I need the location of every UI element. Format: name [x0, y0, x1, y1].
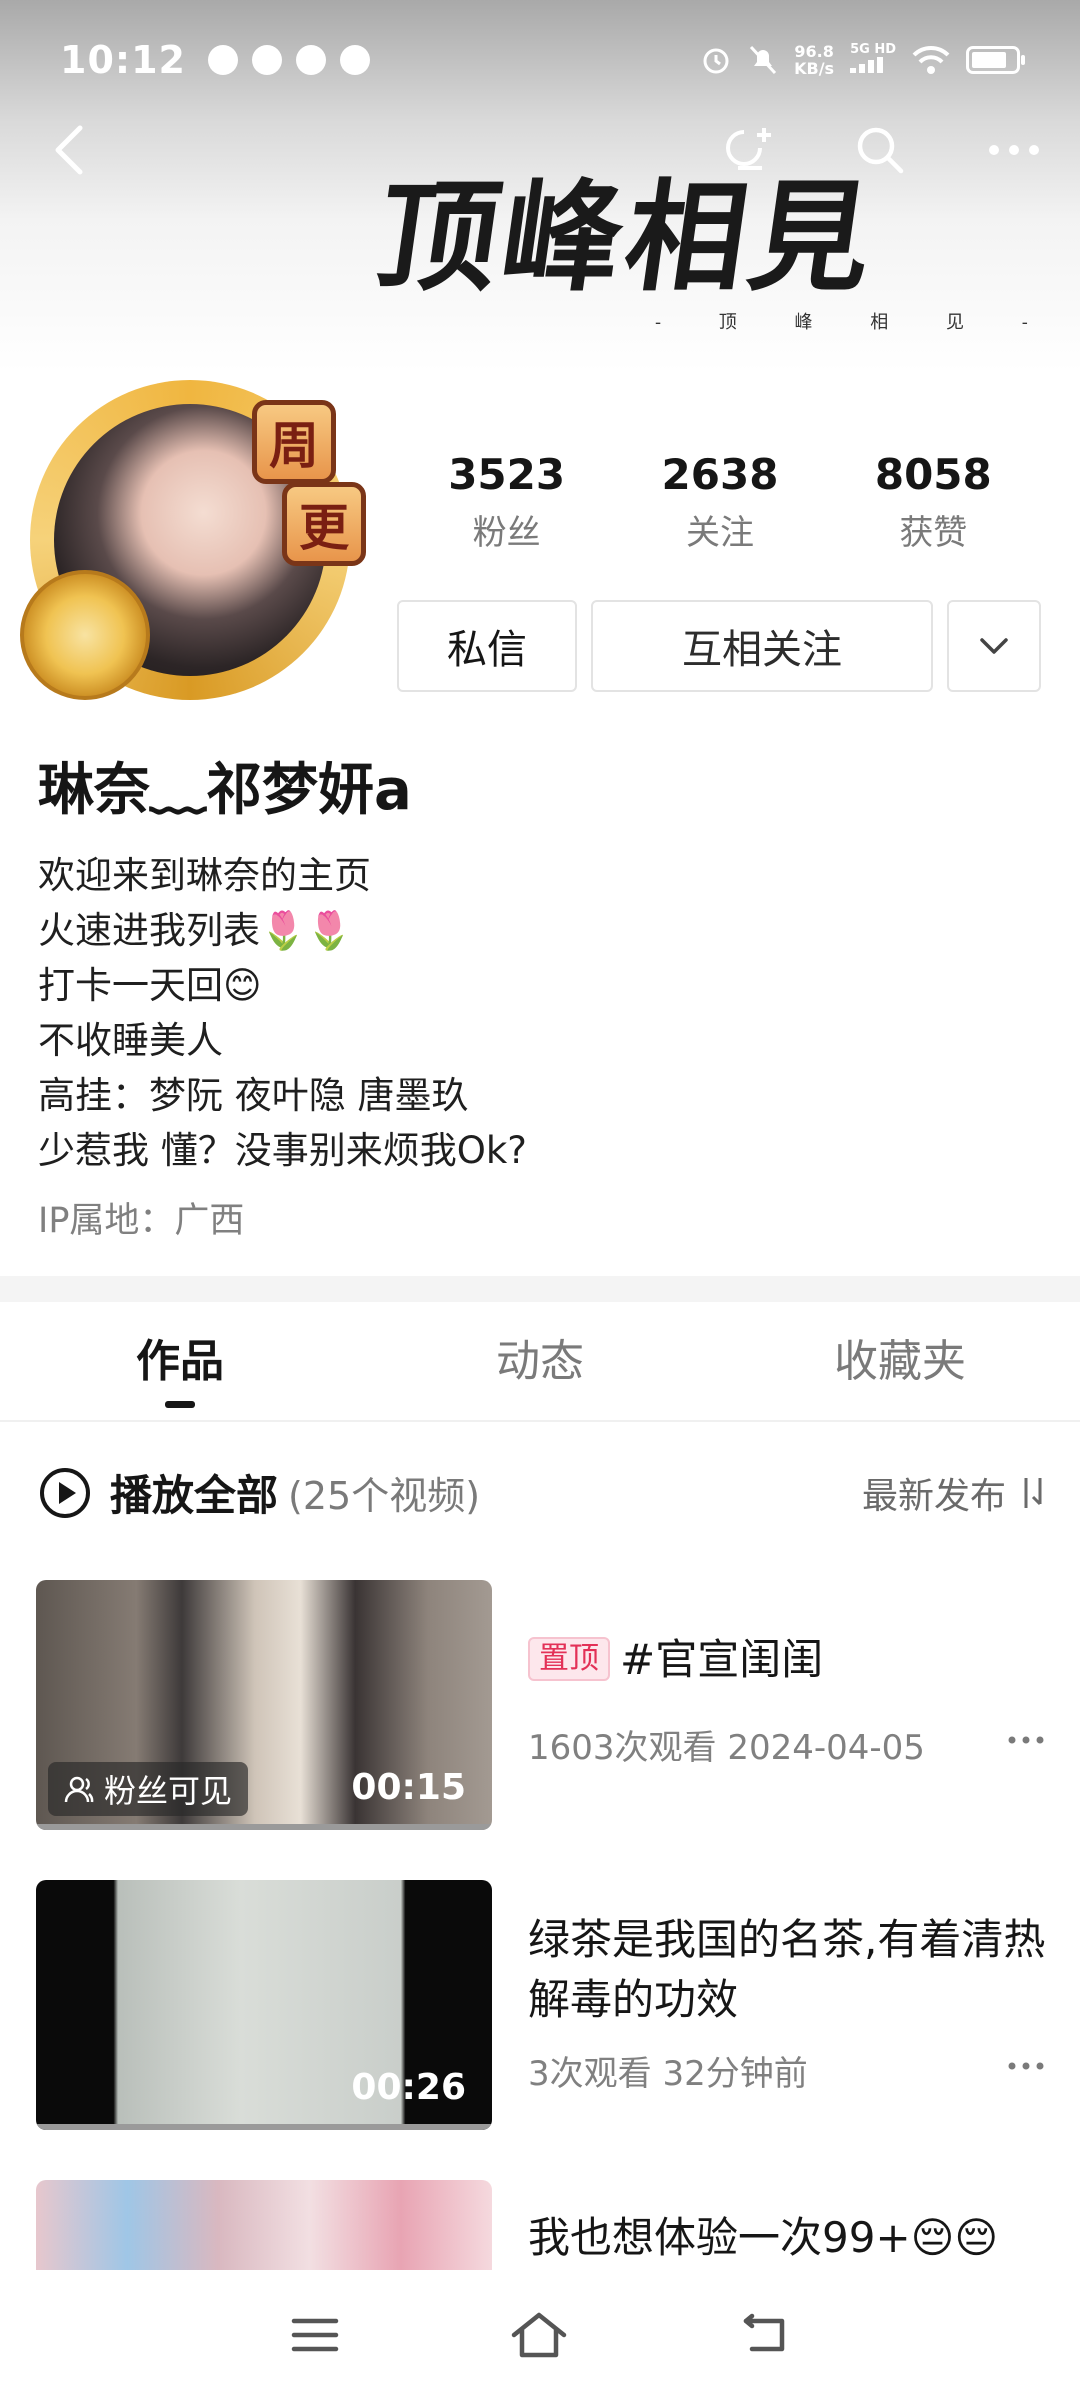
more-options-button[interactable] — [982, 118, 1046, 182]
thumbnail-progress-bar — [36, 2124, 492, 2130]
notification-icons — [207, 45, 370, 75]
video-item[interactable]: 我也想体验一次99+😔😔 — [36, 2180, 1046, 2270]
bio-line: 火速进我列表🌷🌷 — [38, 909, 353, 952]
profile-actions: 私信 互相关注 — [397, 600, 1041, 692]
mute-icon — [750, 45, 777, 75]
sort-button[interactable]: 最新发布 — [862, 1467, 1048, 1519]
nickname: 琳奈﹏祁梦妍a — [38, 758, 412, 823]
avatar[interactable]: 周 更 — [20, 370, 370, 720]
message-notification-icon — [251, 45, 282, 75]
video-count: (25个视频) — [288, 1474, 481, 1518]
stat-fans[interactable]: 3523 粉丝 — [400, 450, 613, 554]
bio-line: 不收睡美人 — [38, 1019, 223, 1062]
video-more-button[interactable] — [1008, 2034, 1044, 2080]
gong-decoration-icon — [20, 570, 150, 700]
stat-likes[interactable]: 8058 获赞 — [827, 450, 1040, 554]
thumbnail-progress-bar — [36, 1824, 492, 1830]
video-more-button[interactable] — [1008, 1708, 1044, 1754]
video-duration: 00:26 — [351, 2067, 466, 2108]
video-item[interactable]: 粉丝可见 00:15 置顶 #官宣闺闺 1603次观看 2024-04-05 — [36, 1580, 1046, 1830]
signal-indicator: 5G HD — [850, 43, 896, 77]
stat-value: 2638 — [661, 450, 779, 499]
expand-button[interactable] — [947, 600, 1041, 692]
wifi-icon — [912, 45, 950, 74]
menu-icon[interactable] — [290, 2315, 340, 2355]
tab-moments[interactable]: 动态 — [360, 1302, 720, 1420]
user-icon — [64, 1776, 94, 1803]
video-title: 我也想体验一次99+😔😔 — [528, 2213, 999, 2262]
status-right: 96.8 KB/s 5G HD — [700, 42, 1025, 78]
alarm-icon — [703, 48, 729, 74]
status-bar: 10:12 96.8 KB/s 5G HD — [0, 0, 1080, 120]
app-notification-icon — [207, 45, 238, 75]
chevron-down-icon — [980, 638, 1008, 654]
search-icon — [857, 127, 904, 174]
sort-label: 最新发布 — [861, 1475, 1006, 1517]
fans-only-tag: 粉丝可见 — [48, 1762, 249, 1816]
stat-label: 粉丝 — [472, 513, 541, 553]
tab-works[interactable]: 作品 — [0, 1302, 360, 1420]
content-tabs: 作品 动态 收藏夹 — [0, 1302, 1080, 1422]
chat-notification-icon — [339, 45, 370, 75]
wechat-notification-icon — [295, 45, 326, 75]
profile-stats: 3523 粉丝 2638 关注 8058 获赞 — [400, 450, 1040, 554]
play-all-button[interactable]: 播放全部 — [110, 1462, 278, 1523]
avatar-badge-top: 周 — [252, 400, 336, 484]
bio-line: 高挂：梦阮 夜叶隐 唐墨玖 — [38, 1074, 469, 1117]
video-thumbnail[interactable]: 00:26 — [36, 1880, 492, 2130]
tab-favorites[interactable]: 收藏夹 — [720, 1302, 1080, 1420]
back-button[interactable] — [38, 118, 102, 182]
add-friend-button[interactable] — [718, 118, 782, 182]
home-icon[interactable] — [510, 2311, 568, 2359]
message-button[interactable]: 私信 — [397, 600, 577, 692]
video-title: 置顶 #官宣闺闺 — [528, 1630, 1068, 1690]
bio-line: 欢迎来到琳奈的主页 — [38, 854, 371, 897]
stat-label: 关注 — [685, 513, 754, 553]
signal-bars-icon — [850, 57, 884, 73]
video-title-text: #官宣闺闺 — [620, 1635, 824, 1684]
status-time: 10:12 — [60, 38, 186, 82]
play-circle-icon[interactable] — [38, 1466, 92, 1520]
fans-only-label: 粉丝可见 — [104, 1772, 233, 1810]
more-horizontal-icon — [989, 145, 1039, 155]
ip-location: IP属地：广西 — [38, 1201, 245, 1241]
add-user-icon — [726, 128, 771, 170]
stat-label: 获赞 — [899, 513, 968, 553]
chevron-left-icon — [55, 125, 83, 175]
bio-line: 打卡一天回😊 — [38, 964, 262, 1007]
video-meta: 1603次观看 2024-04-05 — [528, 1728, 925, 1768]
stat-value: 3523 — [448, 450, 566, 499]
mutual-follow-button[interactable]: 互相关注 — [591, 600, 933, 692]
sort-arrows-icon — [1024, 1477, 1042, 1508]
more-horizontal-icon — [1008, 1736, 1044, 1744]
video-item[interactable]: 00:26 绿茶是我国的名茶,有着清热解毒的功效 3次观看 32分钟前 — [36, 1880, 1046, 2130]
back-nav-icon[interactable] — [738, 2313, 790, 2357]
more-horizontal-icon — [1008, 2062, 1044, 2070]
banner-subtitle: - 顶 峰 相 见 - — [655, 312, 1054, 333]
bio: 欢迎来到琳奈的主页 火速进我列表🌷🌷 打卡一天回😊 不收睡美人 高挂：梦阮 夜叶… — [38, 848, 527, 1178]
profile-banner: 顶峰相見 - 顶 峰 相 见 - 10:12 96.8 KB/s 5G HD — [0, 0, 1080, 372]
net-speed: 96.8 KB/s — [794, 42, 835, 78]
avatar-badge-bottom: 更 — [282, 482, 366, 566]
video-title: 绿茶是我国的名茶,有着清热解毒的功效 — [528, 1915, 1046, 2024]
bio-line: 少惹我 懂？没事别来烦我Ok? — [38, 1129, 527, 1172]
video-meta: 3次观看 32分钟前 — [528, 2054, 808, 2094]
stat-following[interactable]: 2638 关注 — [613, 450, 826, 554]
play-all-row: 播放全部 (25个视频) 最新发布 — [38, 1462, 1048, 1523]
system-nav-bar — [0, 2270, 1080, 2400]
video-thumbnail[interactable] — [36, 2180, 492, 2270]
video-duration: 00:15 — [351, 1767, 466, 1808]
section-divider — [0, 1276, 1080, 1302]
pinned-badge: 置顶 — [528, 1637, 610, 1681]
battery-icon — [966, 46, 1025, 74]
search-button[interactable] — [848, 118, 912, 182]
stat-value: 8058 — [874, 450, 992, 499]
video-thumbnail[interactable]: 粉丝可见 00:15 — [36, 1580, 492, 1830]
